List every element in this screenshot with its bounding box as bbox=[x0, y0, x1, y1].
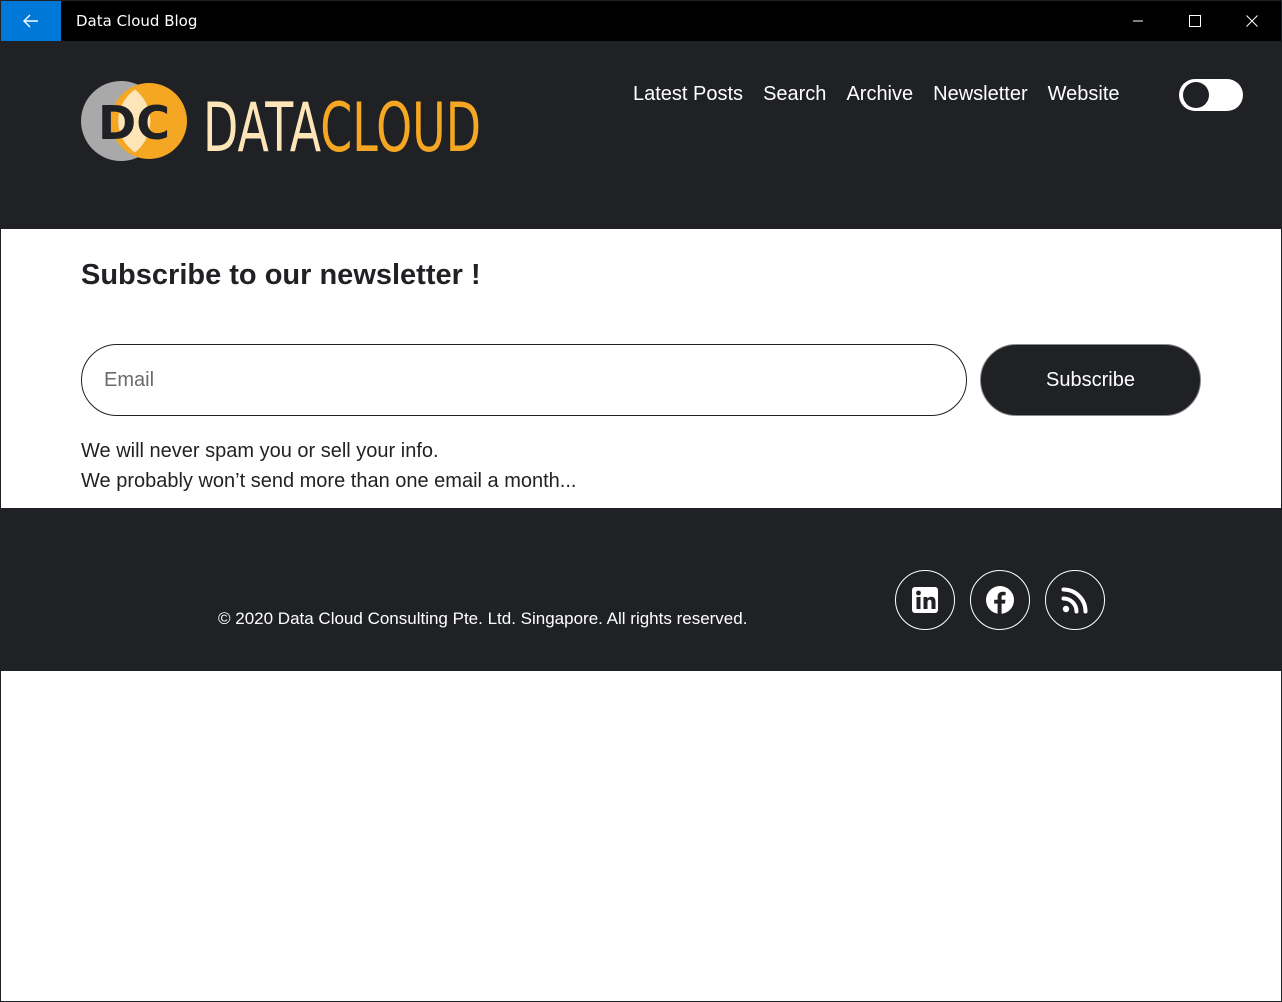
copyright-text: © 2020 Data Cloud Consulting Pte. Ltd. S… bbox=[218, 609, 748, 628]
newsletter-section: Subscribe to our newsletter ! Subscribe … bbox=[1, 229, 1281, 508]
nav-archive[interactable]: Archive bbox=[846, 83, 913, 106]
frequency-note: We probably won’t send more than one ema… bbox=[81, 470, 577, 492]
nav-latest-posts[interactable]: Latest Posts bbox=[633, 83, 743, 106]
back-button[interactable] bbox=[1, 1, 61, 41]
logo-text-cloud: CLOUD bbox=[320, 89, 481, 161]
rss-icon bbox=[1061, 587, 1088, 614]
facebook-icon bbox=[986, 586, 1014, 614]
nav-search[interactable]: Search bbox=[763, 83, 826, 106]
datacloud-logo[interactable]: DC DATACLOUD bbox=[81, 81, 501, 161]
close-button[interactable] bbox=[1229, 1, 1275, 41]
title-bar: Data Cloud Blog bbox=[1, 1, 1281, 41]
subscribe-button[interactable]: Subscribe bbox=[980, 344, 1201, 416]
app-window: Data Cloud Blog DC DATACLOUD Latest bbox=[0, 0, 1282, 1002]
back-arrow-icon bbox=[23, 14, 38, 28]
theme-toggle[interactable] bbox=[1179, 79, 1243, 111]
nav-newsletter[interactable]: Newsletter bbox=[933, 83, 1027, 106]
page-title: Subscribe to our newsletter ! bbox=[81, 259, 481, 291]
window-title: Data Cloud Blog bbox=[76, 12, 198, 30]
minimize-icon bbox=[1133, 20, 1143, 22]
maximize-button[interactable] bbox=[1172, 1, 1218, 41]
logo-text-data: DATA bbox=[203, 89, 321, 161]
linkedin-icon bbox=[912, 587, 938, 613]
facebook-link[interactable] bbox=[970, 570, 1030, 630]
minimize-button[interactable] bbox=[1115, 1, 1161, 41]
toggle-knob bbox=[1183, 82, 1209, 108]
rss-link[interactable] bbox=[1045, 570, 1105, 630]
main-nav: Latest Posts Search Archive Newsletter W… bbox=[633, 83, 1140, 106]
email-input[interactable] bbox=[81, 344, 967, 416]
logo-initials: DC bbox=[98, 96, 170, 150]
svg-text:DATACLOUD: DATACLOUD bbox=[203, 89, 481, 161]
site-footer: © 2020 Data Cloud Consulting Pte. Ltd. S… bbox=[1, 508, 1281, 671]
close-icon bbox=[1246, 15, 1258, 27]
nav-website[interactable]: Website bbox=[1048, 83, 1120, 106]
maximize-icon bbox=[1189, 15, 1201, 27]
linkedin-link[interactable] bbox=[895, 570, 955, 630]
site-header: DC DATACLOUD Latest Posts Search Archive… bbox=[1, 41, 1281, 229]
privacy-note: We will never spam you or sell your info… bbox=[81, 440, 439, 462]
